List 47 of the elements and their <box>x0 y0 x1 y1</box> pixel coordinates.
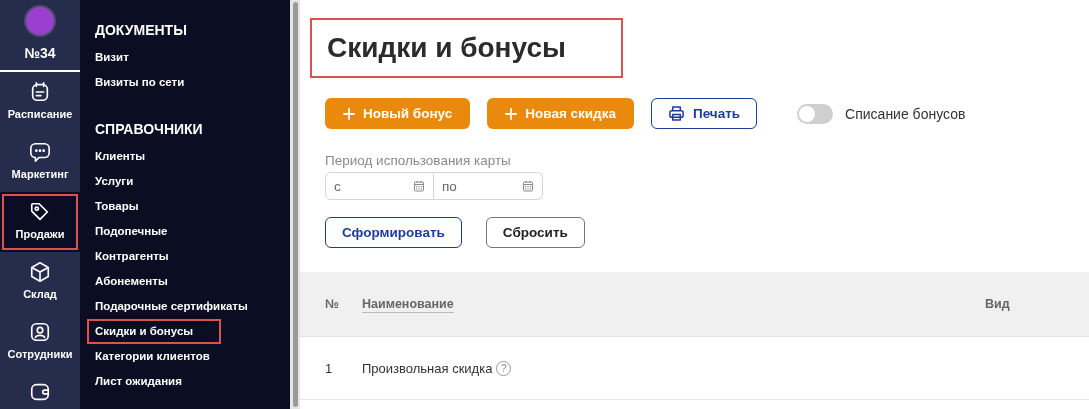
tag-icon <box>29 201 51 223</box>
table-cell: Произвольная скидка <box>362 360 493 376</box>
date-field[interactable]: с <box>325 172 434 200</box>
menu-item[interactable]: Категории клиентов <box>89 344 216 369</box>
calendar-icon <box>413 180 425 192</box>
rail-item[interactable]: Продажи <box>0 192 80 252</box>
column-header: № <box>325 297 339 311</box>
reset-button[interactable]: Сбросить <box>485 217 585 248</box>
printer-icon <box>667 105 685 122</box>
person-icon <box>29 321 51 343</box>
rail-item[interactable]: Расписание <box>0 72 80 132</box>
menu-item[interactable]: Абонементы <box>89 269 174 294</box>
menu-item[interactable]: Визит <box>89 45 135 70</box>
menu-item[interactable]: Визиты по сети <box>89 70 191 95</box>
section-title: ДОКУМЕНТЫ <box>95 22 188 38</box>
plus-icon <box>505 107 518 120</box>
menu-item[interactable]: Товары <box>89 194 145 219</box>
plus-icon <box>343 107 355 120</box>
avatar[interactable] <box>24 5 56 37</box>
wallet-icon <box>29 381 51 403</box>
page-title: Скидки и бонусы <box>327 32 567 64</box>
print-button[interactable]: Печать <box>650 98 758 129</box>
section-title: СПРАВОЧНИКИ <box>95 121 204 137</box>
menu-item[interactable]: Подопечные <box>89 219 174 244</box>
period-label: Период использования карты <box>324 153 512 168</box>
cube-icon <box>29 261 51 283</box>
menu-item[interactable]: Услуги <box>89 169 140 194</box>
column-header[interactable]: Наименование <box>362 297 454 313</box>
calendar-icon <box>522 180 534 192</box>
calendar-icon <box>29 81 51 103</box>
branch-number: №34 <box>24 45 56 61</box>
menu-item[interactable]: Клиенты <box>89 144 152 169</box>
date-field[interactable]: по <box>434 172 543 200</box>
rail-item[interactable]: Сотрудники <box>0 312 80 372</box>
menu-item[interactable]: Скидки и бонусы <box>89 321 220 342</box>
chat-icon <box>29 141 51 163</box>
menu-item[interactable]: Лист ожидания <box>89 369 188 394</box>
rail-item[interactable]: Маркетинг <box>0 132 80 192</box>
scrollbar[interactable] <box>290 0 300 409</box>
toggle-switch[interactable] <box>797 103 834 124</box>
generate-button[interactable]: Сформировать <box>325 217 462 248</box>
menu-item[interactable]: Подарочные сертификаты <box>89 294 254 319</box>
toggle-label: Списание бонусов <box>845 105 966 122</box>
table-cell: 1 <box>325 360 333 376</box>
rail-item[interactable]: Склад <box>0 252 80 312</box>
column-header: Вид <box>985 297 1010 311</box>
menu-item[interactable]: Контрагенты <box>89 244 175 269</box>
